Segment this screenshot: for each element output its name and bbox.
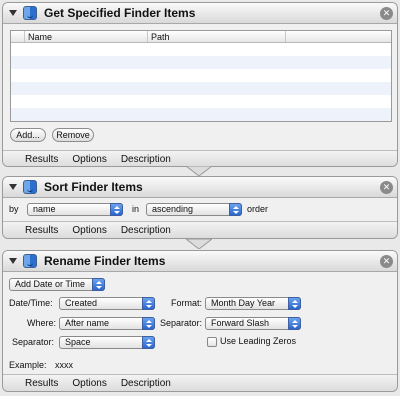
action-sort-finder-items: Sort Finder Items ✕ by name in ascending… <box>2 176 398 239</box>
datetime-value: Created <box>65 298 98 308</box>
disclosure-triangle-icon[interactable] <box>9 184 17 190</box>
sort-by-popup[interactable]: name <box>27 203 123 216</box>
action-footer: Results Options Description <box>3 150 397 166</box>
tab-options[interactable]: Options <box>72 154 106 165</box>
action-title: Get Specified Finder Items <box>44 6 196 20</box>
separator-label: Separator: <box>160 318 203 328</box>
close-icon[interactable]: ✕ <box>380 181 393 194</box>
action-body: by name in ascending order <box>3 198 397 221</box>
table-header: Name Path <box>11 31 391 43</box>
separator-popup[interactable]: Forward Slash <box>205 317 301 330</box>
disclosure-triangle-icon[interactable] <box>9 10 17 16</box>
format-popup[interactable]: Month Day Year <box>205 297 301 310</box>
action-header[interactable]: Sort Finder Items ✕ <box>3 177 397 198</box>
datetime-popup[interactable]: Created <box>59 297 155 310</box>
tab-description[interactable]: Description <box>121 154 171 165</box>
popup-arrows-icon <box>92 278 105 291</box>
sort-order-popup[interactable]: ascending <box>146 203 242 216</box>
action-body: Name Path Add... Remove <box>3 24 397 150</box>
action-connector <box>186 166 212 176</box>
tab-results[interactable]: Results <box>25 154 58 165</box>
table-row[interactable] <box>11 82 391 95</box>
sort-order-value: ascending <box>152 204 194 214</box>
separator2-value: Space <box>65 337 91 347</box>
datetime-label: Date/Time: <box>9 298 53 308</box>
finder-icon <box>23 180 37 194</box>
table-row[interactable] <box>11 95 391 108</box>
column-header-name[interactable]: Name <box>25 31 148 42</box>
action-body: Add Date or Time Date/Time: Created Form… <box>3 272 397 374</box>
action-get-specified-finder-items: Get Specified Finder Items ✕ Name Path A… <box>2 2 398 167</box>
remove-button[interactable]: Remove <box>52 128 94 142</box>
example-label: Example: <box>9 360 47 370</box>
disclosure-triangle-icon[interactable] <box>9 258 17 264</box>
tab-options[interactable]: Options <box>72 378 106 389</box>
action-footer: Results Options Description <box>3 221 397 238</box>
separator-value: Forward Slash <box>211 318 270 328</box>
rename-mode-value: Add Date or Time <box>15 279 86 289</box>
table-row[interactable] <box>11 56 391 69</box>
sort-by-value: name <box>33 204 56 214</box>
where-label: Where: <box>27 318 57 328</box>
tab-results[interactable]: Results <box>25 378 58 389</box>
example-value: xxxx <box>55 360 73 370</box>
action-title: Sort Finder Items <box>44 180 143 194</box>
items-table[interactable]: Name Path <box>10 30 392 122</box>
where-popup[interactable]: After name <box>59 317 155 330</box>
by-label: by <box>9 204 19 214</box>
popup-arrows-icon <box>288 317 301 330</box>
action-footer: Results Options Description <box>3 374 397 391</box>
popup-arrows-icon <box>142 336 155 349</box>
action-header[interactable]: Get Specified Finder Items ✕ <box>3 3 397 24</box>
popup-arrows-icon <box>142 317 155 330</box>
popup-arrows-icon <box>229 203 242 216</box>
table-rows <box>11 43 391 121</box>
in-label: in <box>132 204 140 214</box>
tab-description[interactable]: Description <box>121 225 171 236</box>
popup-arrows-icon <box>288 297 301 310</box>
leading-zeros-checkbox[interactable] <box>207 337 217 347</box>
tab-description[interactable]: Description <box>121 378 171 389</box>
action-rename-finder-items: Rename Finder Items ✕ Add Date or Time D… <box>2 250 398 392</box>
table-row[interactable] <box>11 69 391 82</box>
order-label: order <box>247 204 269 214</box>
format-value: Month Day Year <box>211 298 276 308</box>
column-header-path[interactable]: Path <box>148 31 286 42</box>
finder-icon <box>23 254 37 268</box>
table-row[interactable] <box>11 43 391 56</box>
action-title: Rename Finder Items <box>44 254 166 268</box>
tab-options[interactable]: Options <box>72 225 106 236</box>
where-value: After name <box>65 318 110 328</box>
close-icon[interactable]: ✕ <box>380 7 393 20</box>
action-connector <box>186 239 212 249</box>
popup-arrows-icon <box>142 297 155 310</box>
format-label: Format: <box>171 298 203 308</box>
close-icon[interactable]: ✕ <box>380 255 393 268</box>
table-row[interactable] <box>11 108 391 121</box>
action-header[interactable]: Rename Finder Items ✕ <box>3 251 397 272</box>
tab-results[interactable]: Results <box>25 225 58 236</box>
popup-arrows-icon <box>110 203 123 216</box>
separator2-label: Separator: <box>12 337 55 347</box>
add-button[interactable]: Add... <box>10 128 46 142</box>
leading-zeros-label[interactable]: Use Leading Zeros <box>220 335 296 348</box>
separator2-popup[interactable]: Space <box>59 336 155 349</box>
finder-icon <box>23 6 37 20</box>
rename-mode-popup[interactable]: Add Date or Time <box>9 278 105 291</box>
